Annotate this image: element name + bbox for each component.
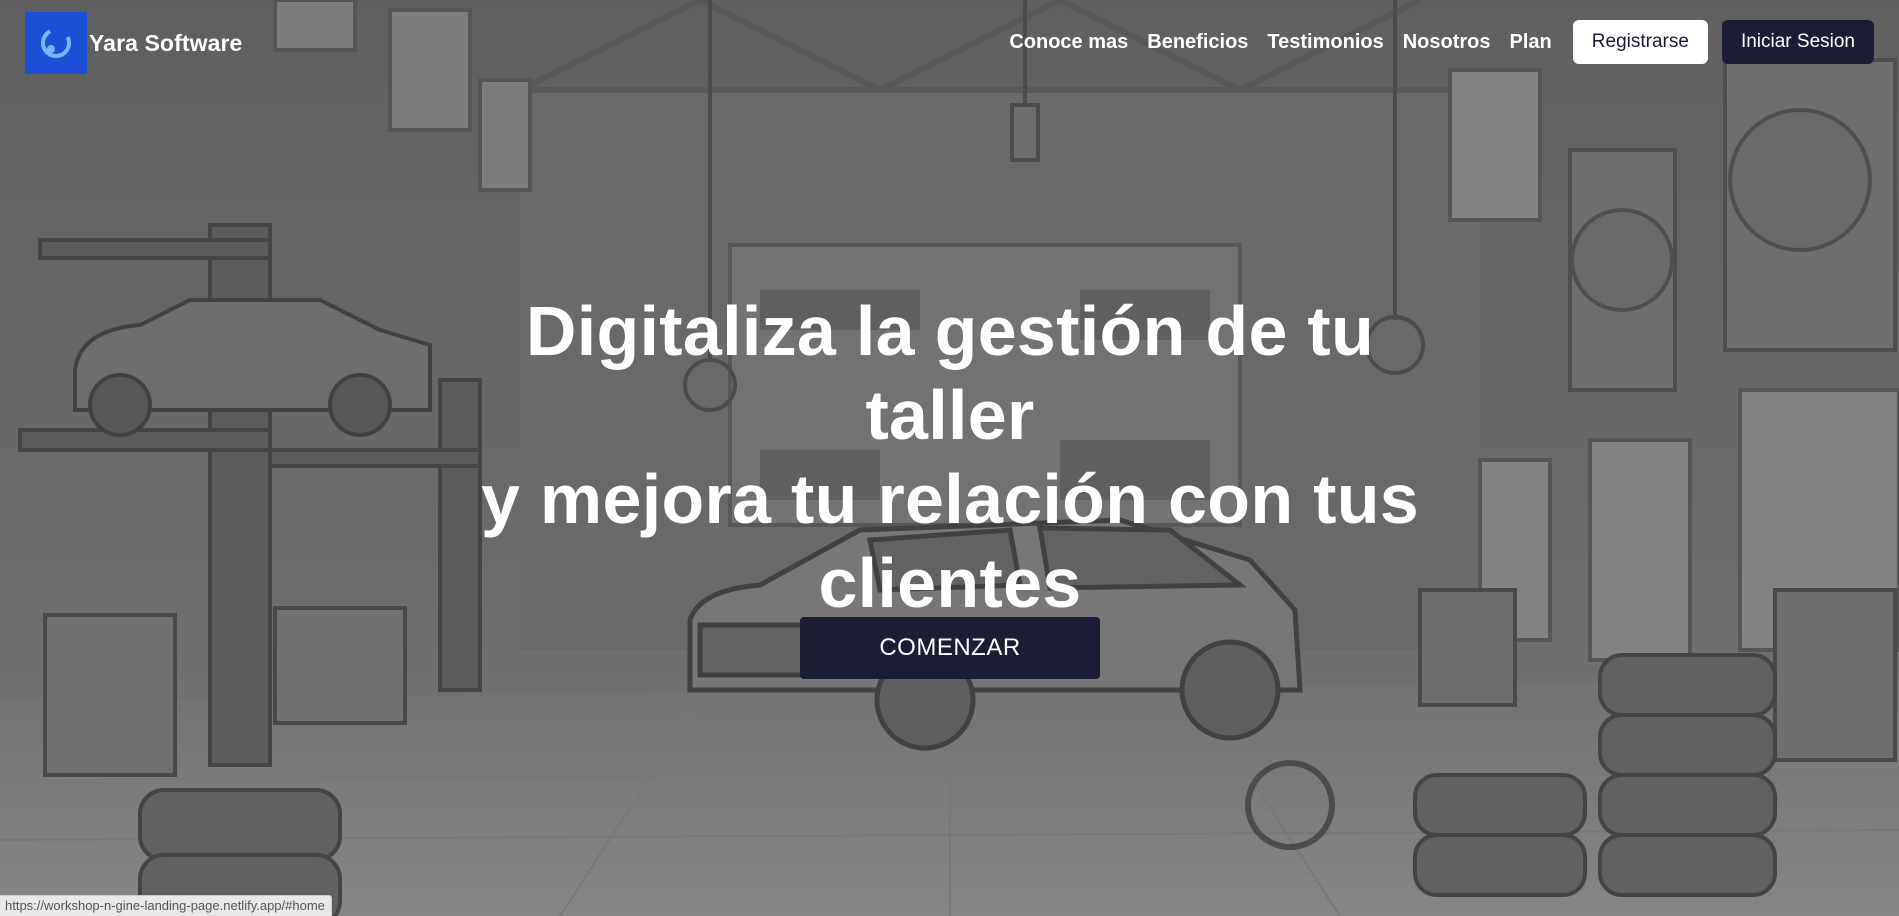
nav-link-nosotros[interactable]: Nosotros: [1403, 31, 1491, 54]
nav-links: Conoce mas Beneficios Testimonios Nosotr…: [1009, 20, 1874, 64]
hero-title: Digitaliza la gestión de tu taller y mej…: [440, 289, 1460, 625]
nav-link-plan[interactable]: Plan: [1510, 31, 1552, 54]
yara-logo-icon: [25, 12, 87, 74]
hero-title-line-1: Digitaliza la gestión de tu taller: [525, 292, 1375, 454]
nav-link-conoce-mas[interactable]: Conoce mas: [1009, 31, 1128, 54]
status-bar-url: https://workshop-n-gine-landing-page.net…: [0, 895, 332, 916]
top-navbar: Yara Software Conoce mas Beneficios Test…: [0, 0, 1899, 86]
login-button[interactable]: Iniciar Sesion: [1721, 20, 1874, 64]
nav-link-beneficios[interactable]: Beneficios: [1147, 31, 1248, 54]
nav-link-testimonios[interactable]: Testimonios: [1267, 31, 1383, 54]
comenzar-button[interactable]: COMENZAR: [800, 617, 1100, 679]
register-button[interactable]: Registrarse: [1572, 20, 1708, 64]
brand-name: Yara Software: [89, 29, 243, 56]
hero-title-line-2: y mejora tu relación con tus: [480, 460, 1420, 538]
brand[interactable]: Yara Software: [25, 12, 242, 74]
hero-title-line-3: clientes: [818, 544, 1082, 622]
